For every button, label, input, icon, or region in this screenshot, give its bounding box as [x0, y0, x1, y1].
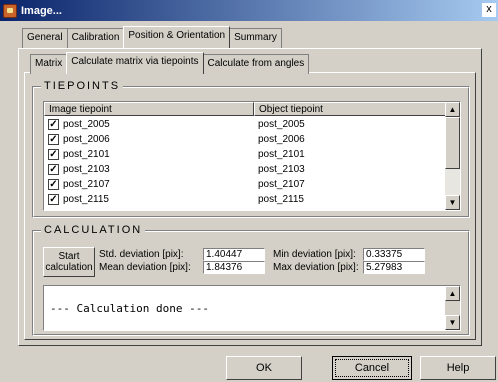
min-deviation-label: Min deviation [pix]: — [273, 249, 356, 260]
cancel-button[interactable]: Cancel — [332, 356, 412, 380]
image-tiepoint: post_2103 — [63, 164, 110, 175]
tiepoints-header: Image tiepoint Object tiepoint — [44, 102, 446, 116]
check-icon[interactable]: ✓ — [48, 179, 59, 190]
image-tiepoint: post_2101 — [63, 149, 110, 160]
start-label: Start — [58, 251, 80, 262]
mean-deviation-label: Mean deviation [pix]: — [99, 262, 191, 273]
title-bar[interactable]: Image... x — [0, 0, 498, 21]
object-tiepoint: post_2101 — [258, 149, 305, 160]
image-tiepoint: post_2107 — [63, 179, 110, 190]
image-dialog: Image... x General Calibration Position … — [0, 0, 498, 382]
tab-calculate-via-tiepoints[interactable]: Calculate matrix via tiepoints — [66, 52, 204, 74]
arrow-down-icon[interactable]: ▼ — [445, 195, 460, 210]
check-icon[interactable]: ✓ — [48, 164, 59, 175]
check-icon[interactable]: ✓ — [48, 119, 59, 130]
tab-summary[interactable]: Summary — [229, 28, 282, 48]
mean-deviation-value: 1.84376 — [203, 261, 265, 274]
table-row[interactable]: ✓ post_2107 post_2107 — [44, 177, 446, 192]
table-row[interactable]: ✓ post_2005 post_2005 — [44, 117, 446, 132]
table-row[interactable]: ✓ post_2103 post_2103 — [44, 162, 446, 177]
calculation-group: CALCULATION Start calculation Std. devia… — [32, 224, 470, 336]
tiepoints-rows: ✓ post_2005 post_2005 ✓ post_2006 post_200… — [44, 117, 446, 207]
column-object-tiepoint[interactable]: Object tiepoint — [254, 102, 446, 116]
tiepoints-scrollbar[interactable]: ▲ ▼ — [445, 102, 460, 210]
scroll-thumb[interactable] — [445, 117, 460, 169]
arrow-down-icon[interactable]: ▼ — [445, 315, 460, 330]
object-tiepoint: post_2103 — [258, 164, 305, 175]
close-button[interactable]: x — [482, 3, 496, 17]
check-icon[interactable]: ✓ — [48, 194, 59, 205]
tab-position-orientation[interactable]: Position & Orientation — [123, 26, 231, 48]
table-row[interactable]: ✓ post_2006 post_2006 — [44, 132, 446, 147]
tiepoints-title: TIEPOINTS — [41, 80, 124, 92]
ok-button[interactable]: OK — [226, 356, 302, 380]
main-tab-strip: General Calibration Position & Orientati… — [22, 26, 282, 48]
table-row[interactable]: ✓ post_2115 post_2115 — [44, 192, 446, 207]
tiepoints-list[interactable]: Image tiepoint Object tiepoint ✓ post_200… — [43, 101, 461, 211]
min-deviation-value: 0.33375 — [363, 248, 425, 261]
max-deviation-value: 5.27983 — [363, 261, 425, 274]
sub-tab-strip: Matrix Calculate matrix via tiepoints Ca… — [30, 52, 310, 74]
calculation-label: calculation — [45, 262, 93, 273]
column-image-tiepoint[interactable]: Image tiepoint — [44, 102, 254, 116]
object-tiepoint: post_2115 — [258, 194, 304, 205]
image-tiepoint: post_2115 — [63, 194, 109, 205]
object-tiepoint: post_2107 — [258, 179, 305, 190]
table-row[interactable]: ✓ post_2101 post_2101 — [44, 147, 446, 162]
image-tiepoint: post_2006 — [63, 134, 110, 145]
window-title: Image... — [21, 4, 62, 17]
tiepoints-group: TIEPOINTS Image tiepoint Object tiepoint… — [32, 80, 470, 218]
app-icon — [3, 3, 17, 18]
output-scrollbar[interactable]: ▲ ▼ — [445, 286, 460, 330]
tab-general[interactable]: General — [22, 28, 68, 48]
image-tiepoint: post_2005 — [63, 119, 110, 130]
tab-calculate-from-angles[interactable]: Calculate from angles — [202, 54, 310, 74]
arrow-up-icon[interactable]: ▲ — [445, 102, 460, 117]
tab-matrix[interactable]: Matrix — [30, 54, 68, 74]
calculation-title: CALCULATION — [41, 224, 146, 236]
check-icon[interactable]: ✓ — [48, 134, 59, 145]
tab-calibration[interactable]: Calibration — [66, 28, 125, 48]
start-calculation-button[interactable]: Start calculation — [43, 247, 95, 277]
std-deviation-label: Std. deviation [pix]: — [99, 249, 184, 260]
object-tiepoint: post_2006 — [258, 134, 305, 145]
calculation-output[interactable]: --- Calculation done --- ▲ ▼ — [43, 285, 461, 331]
object-tiepoint: post_2005 — [258, 119, 305, 130]
std-deviation-value: 1.40447 — [203, 248, 265, 261]
arrow-up-icon[interactable]: ▲ — [445, 286, 460, 301]
check-icon[interactable]: ✓ — [48, 149, 59, 160]
max-deviation-label: Max deviation [pix]: — [273, 262, 359, 273]
output-text: --- Calculation done --- — [50, 302, 209, 315]
help-button[interactable]: Help — [420, 356, 496, 380]
